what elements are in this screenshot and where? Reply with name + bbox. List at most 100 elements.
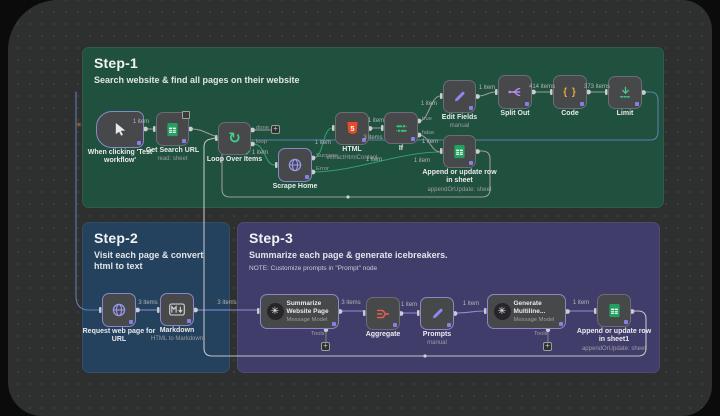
node-label: Loop Over Items [190,156,280,164]
node-code[interactable]: { } Code [553,75,587,109]
connection-label: 1 item [366,157,382,163]
connection-label: 1 item [252,150,268,156]
pencil-icon [430,306,445,321]
node-append-sheet1[interactable]: Append or update row in sheet1 appendOrU… [597,294,631,327]
split-out-icon [507,84,523,100]
aggregate-icon [375,306,391,322]
done-port-label: done [256,125,269,131]
node-limit[interactable]: Limit [608,76,642,109]
canvas-background[interactable]: Step-1 Search website & find all pages o… [8,0,712,416]
node-subtitle: manual [415,123,505,129]
connection-label: 1 item [401,302,417,308]
node-label: Generate Multiline... [514,300,560,316]
node-request-web-page[interactable]: Request web page for URL [102,293,136,327]
add-node-button[interactable]: + [271,125,280,134]
connection-label: 1 item [463,301,479,307]
step3-subtitle: Summarize each page & generate icebreake… [249,250,659,261]
connection-label: 1 item [421,101,437,107]
node-subtitle: appendOrUpdate: sheet [420,187,500,193]
openai-icon: ✳ [267,303,284,320]
pinned-data-icon [182,111,190,119]
trigger-spark-icon: ✳ [76,121,82,129]
node-indicator [411,137,415,141]
connection-label: 414 items [529,84,555,90]
node-label: Markdown [132,327,222,335]
tools-port-label: Tools [534,331,548,337]
globe-icon [111,302,127,318]
node-subtitle: Message Model [287,317,328,323]
node-label: Prompts [392,331,482,339]
limit-icon [618,85,633,100]
workflow-editor-canvas[interactable]: Step-1 Search website & find all pages o… [0,0,720,416]
connection-label: 1 item [315,140,331,146]
node-generate-multiline[interactable]: ✳ Generate Multiline... Message Model [487,294,566,329]
step3-title: Step-3 [249,230,659,246]
node-indicator [624,320,628,324]
pencil-icon [452,89,467,104]
openai-icon: ✳ [494,303,511,320]
node-subtitle: appendOrUpdate: sheet [574,346,654,352]
node-indicator [332,322,336,326]
true-port-label: true [422,116,432,122]
node-indicator [182,139,186,143]
node-indicator [635,102,639,106]
node-split-out[interactable]: Split Out [498,75,532,109]
node-label: Append or update row in sheet [420,169,500,186]
node-indicator [187,319,191,323]
node-prompts[interactable]: Prompts manual [420,297,454,330]
globe-icon [287,157,303,173]
code-braces-icon: { } [563,87,577,98]
google-sheets-icon [165,122,180,137]
node-if[interactable]: If [384,112,418,144]
filter-branches-icon [394,121,409,136]
node-subtitle: Message Model [514,317,555,323]
connection-label: 1 item [573,300,589,306]
success-port-label: Success [316,153,338,159]
false-port-label: false [422,130,434,136]
loop-icon: ↻ [228,131,241,146]
node-indicator [129,320,133,324]
add-tool-button[interactable]: + [321,342,330,351]
node-markdown[interactable]: Markdown HTML to Markdown [160,293,194,326]
node-append-sheet[interactable]: Append or update row in sheet appendOrUp… [443,135,476,168]
google-sheets-icon [452,144,467,159]
connection-label: 373 items [584,84,610,90]
node-loop-over-items[interactable]: ↻ ✓ Loop Over Items [218,122,251,155]
markdown-icon [169,303,185,316]
node-indicator [469,161,473,165]
connection-label: 3 items [217,300,236,306]
node-summarize-website-page[interactable]: ✳ Summarize Website Page Message Model [260,294,339,329]
tools-port-label: Tools [311,331,325,337]
node-aggregate[interactable]: Aggregate [366,297,400,330]
node-label: Scrape Home [250,183,340,191]
node-get-search-url[interactable]: Get Search URL read: sheet [156,112,189,146]
connection-label: 1 item [414,158,430,164]
node-subtitle: HTML to Markdown [132,336,222,342]
google-sheets-icon [607,303,622,318]
node-indicator [305,175,309,179]
step2-title: Step-2 [94,230,229,246]
connection-label: 3 items [138,300,157,306]
node-manual-trigger[interactable]: When clicking 'Test workflow' [96,111,144,148]
step2-subtitle: Visit each page & convert html to text [94,250,220,273]
connection-label: 3 items [341,300,360,306]
connection-label: 1 item [422,139,438,145]
step3-note: NOTE: Customize prompts in "Prompt" node [249,265,659,272]
node-label: Limit [580,110,670,118]
node-indicator [525,102,529,106]
node-indicator [447,323,451,327]
connection-label: 1 item [133,119,149,125]
step1-title: Step-1 [94,55,663,71]
add-tool-button[interactable]: + [543,342,552,351]
loop-port-label: loop [256,139,267,145]
connection-label: 3 items [363,135,382,141]
node-indicator [393,323,397,327]
connection-label: 1 item [479,85,495,91]
node-subtitle: manual [392,340,482,346]
connection-label: 1 item [368,118,384,124]
node-indicator [559,322,563,326]
node-indicator [580,102,584,106]
node-label: If [356,145,446,153]
svg-text:5: 5 [350,124,354,133]
node-label: Summarize Website Page [287,300,333,316]
